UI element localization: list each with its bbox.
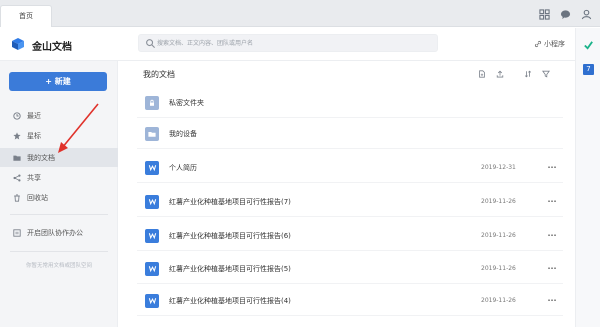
sidebar-item-shared[interactable]: 共享 (0, 168, 118, 187)
brand-name: 金山文档 (32, 42, 72, 53)
item-name: 红薯产业化种植基地项目可行性报告(6) (169, 231, 291, 240)
main-content: 我的文档 私密文件夹 我的设备 个人简历 2019-12-31 ··· 红薯产业… (119, 61, 575, 327)
search-box[interactable] (138, 34, 438, 52)
sidebar-item-label: 最近 (27, 111, 41, 120)
new-file-icon[interactable] (477, 69, 487, 79)
tab-home[interactable]: 首页 (0, 5, 52, 27)
word-doc-icon (145, 293, 159, 308)
more-button[interactable]: ··· (541, 231, 563, 240)
sidebar-item-starred[interactable]: 星标 (0, 126, 118, 145)
word-doc-icon (145, 160, 159, 175)
folder-icon (13, 154, 21, 162)
new-button[interactable]: + 新建 (9, 72, 107, 91)
word-doc-icon (145, 194, 159, 209)
title-bar: 首页 (0, 0, 600, 27)
item-name: 私密文件夹 (169, 98, 204, 107)
sidebar-item-recent[interactable]: 最近 (0, 106, 118, 125)
sidebar-item-label: 开启团队协作办公 (27, 228, 83, 237)
item-date: 2019-11-26 (481, 232, 516, 239)
list-item-private-folder[interactable]: 私密文件夹 (137, 88, 563, 118)
item-date: 2019-12-31 (481, 164, 516, 171)
message-icon[interactable] (559, 8, 571, 20)
user-icon[interactable] (580, 8, 592, 20)
search-input[interactable] (157, 36, 427, 51)
lock-folder-icon (145, 95, 159, 110)
sidebar-divider (10, 251, 108, 252)
word-doc-icon (145, 261, 159, 276)
list-item-doc[interactable]: 红薯产业化种植基地项目可行性报告(4) 2019-11-26 ··· (137, 286, 563, 316)
page-title: 我的文档 (143, 70, 175, 79)
sidebar: + 新建 最近 星标 我的文档 共享 回收站 开启团队协作办公 你暂无常用文档或… (0, 61, 118, 327)
list-item-doc[interactable]: 红薯产业化种植基地项目可行性报告(6) 2019-11-26 ··· (137, 221, 563, 251)
trash-icon (13, 193, 21, 202)
filter-icon[interactable] (541, 69, 551, 79)
team-icon (13, 228, 21, 237)
list-item-doc[interactable]: 个人简历 2019-12-31 ··· (137, 153, 563, 183)
calendar-badge[interactable]: 7 (583, 64, 594, 75)
apps-grid-icon[interactable] (538, 8, 550, 20)
device-folder-icon (145, 126, 159, 141)
more-button[interactable]: ··· (541, 163, 563, 172)
item-date: 2019-11-26 (481, 198, 516, 205)
clock-icon (13, 111, 21, 120)
sidebar-item-label: 星标 (27, 131, 41, 140)
sidebar-item-label: 回收站 (27, 193, 48, 202)
more-button[interactable]: ··· (541, 264, 563, 273)
sidebar-item-label: 共享 (27, 173, 41, 182)
item-date: 2019-11-26 (481, 265, 516, 272)
upload-icon[interactable] (495, 69, 505, 79)
search-icon (146, 39, 156, 49)
share-icon (13, 173, 21, 182)
item-name: 我的设备 (169, 129, 197, 138)
item-date: 2019-11-26 (481, 297, 516, 304)
sidebar-divider (10, 214, 108, 215)
checkmark-icon[interactable] (583, 40, 594, 51)
item-name: 个人简历 (169, 163, 197, 172)
sidebar-item-trash[interactable]: 回收站 (0, 188, 118, 207)
sidebar-item-label: 我的文档 (27, 153, 55, 162)
sidebar-item-team[interactable]: 开启团队协作办公 (0, 223, 118, 242)
more-button[interactable]: ··· (541, 296, 563, 305)
mini-program-button[interactable]: 小程序 (534, 39, 565, 49)
right-toolbar: 7 (575, 28, 600, 327)
star-icon (13, 131, 21, 140)
sidebar-item-my-docs[interactable]: 我的文档 (0, 148, 118, 167)
app-header: 金山文档 小程序 (0, 28, 575, 61)
common-hint-text: 你暂无常用文档或团队空间 (25, 263, 92, 269)
sort-icon[interactable] (523, 69, 533, 79)
kingsoft-logo-icon (12, 38, 24, 50)
list-item-device-folder[interactable]: 我的设备 (137, 119, 563, 149)
mini-program-label: 小程序 (544, 40, 565, 48)
item-name: 红薯产业化种植基地项目可行性报告(7) (169, 197, 291, 206)
more-button[interactable]: ··· (541, 197, 563, 206)
link-icon (534, 40, 542, 48)
item-name: 红薯产业化种植基地项目可行性报告(4) (169, 296, 291, 305)
word-doc-icon (145, 228, 159, 243)
list-item-doc[interactable]: 红薯产业化种植基地项目可行性报告(7) 2019-11-26 ··· (137, 187, 563, 217)
item-name: 红薯产业化种植基地项目可行性报告(5) (169, 264, 291, 273)
list-item-doc[interactable]: 红薯产业化种植基地项目可行性报告(5) 2019-11-26 ··· (137, 254, 563, 284)
